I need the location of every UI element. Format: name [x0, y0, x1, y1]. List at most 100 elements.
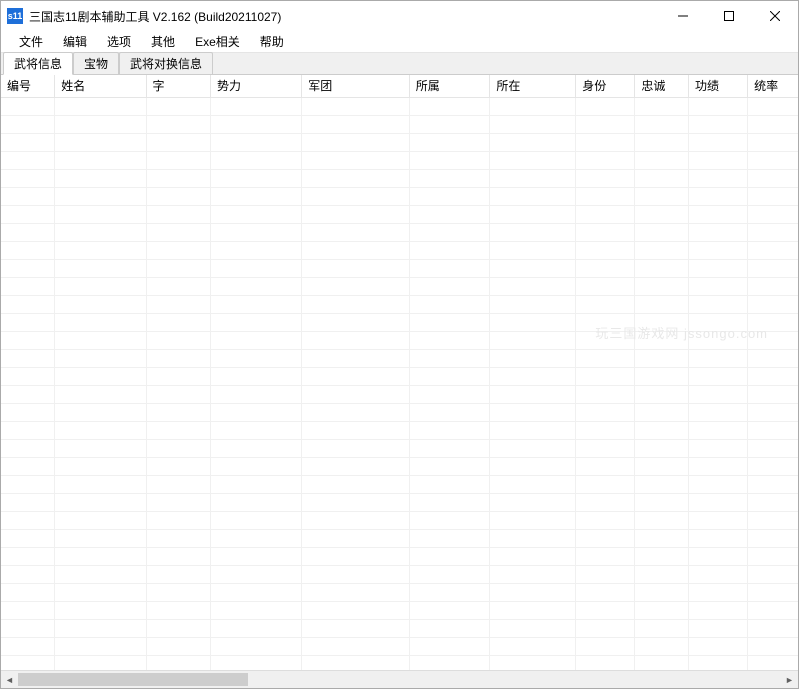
table-cell	[689, 331, 748, 349]
table-row[interactable]	[1, 439, 798, 457]
table-cell	[490, 403, 576, 421]
table-cell	[55, 439, 146, 457]
scroll-left-arrow-icon[interactable]: ◄	[1, 671, 18, 688]
table-row[interactable]	[1, 457, 798, 475]
table-row[interactable]	[1, 277, 798, 295]
maximize-button[interactable]	[706, 1, 752, 31]
column-header[interactable]: 身份	[576, 75, 635, 97]
menu-edit[interactable]: 编辑	[53, 31, 97, 52]
table-cell	[1, 511, 55, 529]
table-row[interactable]	[1, 421, 798, 439]
table-row[interactable]	[1, 565, 798, 583]
column-header[interactable]: 姓名	[55, 75, 146, 97]
column-header[interactable]: 功绩	[689, 75, 748, 97]
table-cell	[55, 385, 146, 403]
scroll-thumb[interactable]	[18, 673, 248, 686]
table-row[interactable]	[1, 529, 798, 547]
table-cell	[55, 655, 146, 670]
table-row[interactable]	[1, 115, 798, 133]
column-header[interactable]: 忠诚	[635, 75, 689, 97]
table-row[interactable]	[1, 331, 798, 349]
tab-general-info[interactable]: 武将信息	[3, 52, 73, 75]
table-row[interactable]	[1, 97, 798, 115]
minimize-button[interactable]	[660, 1, 706, 31]
table-cell	[409, 241, 490, 259]
table-row[interactable]	[1, 601, 798, 619]
table-cell	[576, 205, 635, 223]
column-header[interactable]: 所属	[409, 75, 490, 97]
menu-other[interactable]: 其他	[141, 31, 185, 52]
table-row[interactable]	[1, 205, 798, 223]
window-title: 三国志11剧本辅助工具 V2.162 (Build20211027)	[29, 8, 660, 25]
column-header[interactable]: 所在	[490, 75, 576, 97]
table-cell	[146, 421, 210, 439]
table-cell	[55, 637, 146, 655]
table-cell	[302, 421, 409, 439]
table-cell	[146, 403, 210, 421]
table-row[interactable]	[1, 547, 798, 565]
scroll-track[interactable]	[18, 671, 781, 688]
horizontal-scrollbar[interactable]: ◄ ►	[1, 670, 798, 688]
table-row[interactable]	[1, 385, 798, 403]
table-cell	[689, 655, 748, 670]
table-cell	[409, 205, 490, 223]
table-cell	[302, 151, 409, 169]
table-row[interactable]	[1, 475, 798, 493]
table-cell	[689, 403, 748, 421]
column-header[interactable]: 编号	[1, 75, 55, 97]
table-row[interactable]	[1, 187, 798, 205]
table-row[interactable]	[1, 619, 798, 637]
table-wrapper[interactable]: 编号姓名字势力军团所属所在身份忠诚功绩统率武力	[1, 75, 798, 670]
table-cell	[490, 115, 576, 133]
table-row[interactable]	[1, 295, 798, 313]
data-table: 编号姓名字势力军团所属所在身份忠诚功绩统率武力	[1, 75, 798, 670]
table-row[interactable]	[1, 403, 798, 421]
table-row[interactable]	[1, 223, 798, 241]
table-cell	[210, 151, 301, 169]
table-cell	[210, 313, 301, 331]
scroll-right-arrow-icon[interactable]: ►	[781, 671, 798, 688]
menu-help[interactable]: 帮助	[250, 31, 294, 52]
close-button[interactable]	[752, 1, 798, 31]
table-row[interactable]	[1, 655, 798, 670]
table-row[interactable]	[1, 169, 798, 187]
table-cell	[1, 295, 55, 313]
table-row[interactable]	[1, 637, 798, 655]
table-cell	[689, 475, 748, 493]
table-cell	[302, 277, 409, 295]
table-cell	[748, 619, 798, 637]
table-row[interactable]	[1, 151, 798, 169]
table-row[interactable]	[1, 349, 798, 367]
table-cell	[1, 205, 55, 223]
table-cell	[302, 601, 409, 619]
table-row[interactable]	[1, 583, 798, 601]
table-row[interactable]	[1, 511, 798, 529]
table-cell	[146, 367, 210, 385]
table-cell	[409, 475, 490, 493]
table-cell	[635, 133, 689, 151]
table-row[interactable]	[1, 241, 798, 259]
table-row[interactable]	[1, 259, 798, 277]
column-header[interactable]: 统率	[748, 75, 798, 97]
column-header[interactable]: 字	[146, 75, 210, 97]
table-cell	[146, 385, 210, 403]
table-cell	[55, 511, 146, 529]
menu-exe[interactable]: Exe相关	[185, 31, 250, 52]
menu-options[interactable]: 选项	[97, 31, 141, 52]
table-cell	[409, 493, 490, 511]
table-cell	[635, 349, 689, 367]
table-row[interactable]	[1, 133, 798, 151]
column-header[interactable]: 势力	[210, 75, 301, 97]
table-row[interactable]	[1, 493, 798, 511]
column-header[interactable]: 军团	[302, 75, 409, 97]
table-cell	[1, 655, 55, 670]
tab-swap-info[interactable]: 武将对换信息	[119, 52, 213, 74]
table-row[interactable]	[1, 313, 798, 331]
table-cell	[635, 619, 689, 637]
table-cell	[689, 583, 748, 601]
table-cell	[210, 529, 301, 547]
menu-file[interactable]: 文件	[9, 31, 53, 52]
table-cell	[635, 115, 689, 133]
table-row[interactable]	[1, 367, 798, 385]
tab-treasure[interactable]: 宝物	[73, 52, 119, 74]
